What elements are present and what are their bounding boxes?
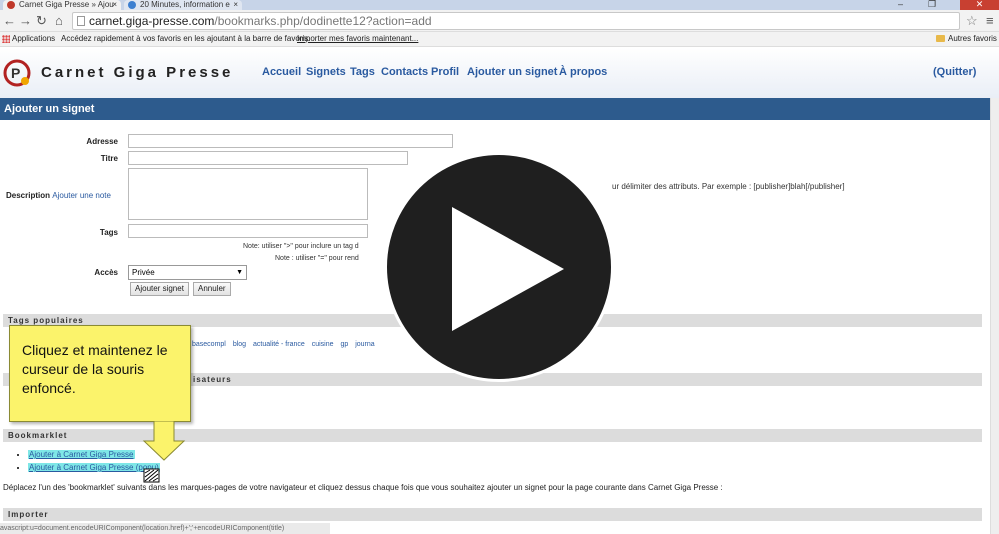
description-label-text: Description bbox=[6, 191, 51, 200]
apps-link[interactable]: Applications bbox=[12, 32, 55, 46]
back-icon[interactable]: ← bbox=[3, 13, 16, 29]
cancel-button[interactable]: Annuler bbox=[193, 282, 231, 296]
site-brand: Carnet Giga Presse bbox=[41, 64, 234, 81]
nav-a-propos[interactable]: À propos bbox=[559, 66, 607, 78]
tag-link[interactable]: blog bbox=[233, 341, 246, 348]
browser-tab-active[interactable]: Carnet Giga Presse » Ajou × bbox=[3, 0, 121, 10]
tags-input[interactable] bbox=[128, 224, 368, 238]
bookmarks-bar: Applications Accédez rapidement à vos fa… bbox=[0, 32, 999, 47]
site-favicon-icon bbox=[128, 1, 136, 9]
tab-title: 20 Minutes, information e bbox=[140, 0, 230, 9]
bookmarklet-link[interactable]: Ajouter à Carnet Giga Presse bbox=[28, 450, 135, 459]
reload-icon[interactable]: ↻ bbox=[36, 13, 47, 29]
tab-close-icon[interactable]: × bbox=[233, 0, 238, 9]
apps-icon bbox=[2, 35, 10, 43]
other-bookmarks-label: Autres favoris bbox=[948, 34, 997, 43]
other-bookmarks[interactable]: Autres favoris bbox=[936, 32, 997, 46]
site-header: P Carnet Giga Presse Accueil Signets Tag… bbox=[0, 48, 999, 98]
nav-profil[interactable]: Profil bbox=[431, 66, 459, 78]
video-play-button[interactable] bbox=[384, 152, 614, 382]
drag-cursor-icon bbox=[143, 468, 160, 483]
tab-close-icon[interactable]: × bbox=[112, 0, 117, 9]
site-logo[interactable]: P bbox=[3, 59, 31, 87]
address-input[interactable] bbox=[128, 134, 453, 148]
tags-note-2: Note : utiliser "=" pour rend bbox=[275, 255, 359, 262]
list-item: Ajouter à Carnet Giga Presse bbox=[28, 450, 160, 459]
svg-text:P: P bbox=[11, 65, 20, 81]
minimize-icon[interactable]: – bbox=[898, 0, 903, 10]
nav-ajouter-signet[interactable]: Ajouter un signet bbox=[467, 66, 557, 78]
site-favicon-icon bbox=[7, 1, 15, 9]
description-label: Description Ajouter une note bbox=[6, 191, 111, 200]
bookmarklet-list: Ajouter à Carnet Giga Presse Ajouter à C… bbox=[18, 450, 160, 476]
page-icon bbox=[77, 16, 85, 26]
nav-contacts[interactable]: Contacts bbox=[381, 66, 428, 78]
chevron-down-icon: ▼ bbox=[236, 269, 243, 276]
import-header: Importer bbox=[3, 508, 982, 521]
nav-signets[interactable]: Signets bbox=[306, 66, 346, 78]
restore-icon[interactable]: ❐ bbox=[928, 0, 936, 10]
nav-accueil[interactable]: Accueil bbox=[262, 66, 301, 78]
add-note-link[interactable]: Ajouter une note bbox=[52, 191, 111, 200]
browser-toolbar: ← → ↻ ⌂ carnet.giga-presse.com/bookmarks… bbox=[0, 10, 999, 32]
browser-tab[interactable]: 20 Minutes, information e × bbox=[124, 0, 242, 10]
folder-icon bbox=[936, 35, 945, 42]
submit-bookmark-button[interactable]: Ajouter signet bbox=[130, 282, 189, 296]
callout-text: Cliquez et maintenez le curseur de la so… bbox=[22, 342, 168, 396]
tab-title: Carnet Giga Presse » Ajou bbox=[19, 0, 114, 9]
description-textarea[interactable] bbox=[128, 168, 368, 220]
address-label: Adresse bbox=[86, 137, 118, 146]
access-label: Accès bbox=[94, 268, 118, 277]
play-icon bbox=[452, 207, 564, 331]
page-title: Ajouter un signet bbox=[0, 98, 990, 120]
tag-link[interactable]: cuisine bbox=[312, 341, 334, 348]
bookmarks-hint: Accédez rapidement à vos favoris en les … bbox=[61, 34, 311, 43]
browser-tab-bar: Carnet Giga Presse » Ajou × 20 Minutes, … bbox=[0, 0, 999, 10]
tag-link[interactable]: basecompl bbox=[192, 341, 226, 348]
import-bookmarks-link[interactable]: Importer mes favoris maintenant... bbox=[297, 32, 418, 46]
nav-tags[interactable]: Tags bbox=[350, 66, 375, 78]
callout-arrow-icon bbox=[142, 421, 186, 461]
tags-note-1: Note: utiliser ">" pour inclure un tag d bbox=[243, 243, 359, 250]
list-item: Ajouter à Carnet Giga Presse (popu) bbox=[28, 463, 160, 472]
menu-icon[interactable]: ≡ bbox=[986, 13, 994, 28]
access-select[interactable]: Privée ▼ bbox=[128, 265, 247, 280]
url-domain: carnet.giga-presse.com bbox=[89, 14, 215, 28]
home-icon[interactable]: ⌂ bbox=[55, 13, 63, 29]
tags-label: Tags bbox=[99, 228, 118, 237]
status-url-snippet: avascript:u=document.encodeURIComponent(… bbox=[0, 523, 330, 534]
tutorial-callout: Cliquez et maintenez le curseur de la so… bbox=[9, 325, 191, 422]
title-label: Titre bbox=[100, 154, 118, 163]
title-input[interactable] bbox=[128, 151, 408, 165]
bookmarklet-popup-link[interactable]: Ajouter à Carnet Giga Presse (popu) bbox=[28, 463, 160, 472]
bookmarklet-instructions: Déplacez l'un des 'bookmarklet' suivants… bbox=[3, 483, 723, 492]
quit-link[interactable]: (Quitter) bbox=[933, 66, 976, 78]
tag-link[interactable]: gp bbox=[340, 341, 348, 348]
popular-tags-list: basecompl blog actualité - france cuisin… bbox=[192, 341, 380, 348]
bookmark-star-icon[interactable]: ☆ bbox=[966, 13, 978, 29]
forward-icon[interactable]: → bbox=[19, 13, 32, 29]
scrollbar[interactable] bbox=[990, 98, 999, 534]
access-select-value: Privée bbox=[132, 268, 155, 277]
window-close-icon[interactable]: ✕ bbox=[960, 0, 999, 10]
tag-link[interactable]: actualité - france bbox=[253, 341, 305, 348]
tag-link[interactable]: journa bbox=[355, 341, 374, 348]
description-hint: ur délimiter des attributs. Par exemple … bbox=[612, 182, 845, 191]
address-bar[interactable]: carnet.giga-presse.com/bookmarks.php/dod… bbox=[72, 12, 960, 30]
url-path: /bookmarks.php/dodinette12?action=add bbox=[214, 14, 432, 28]
